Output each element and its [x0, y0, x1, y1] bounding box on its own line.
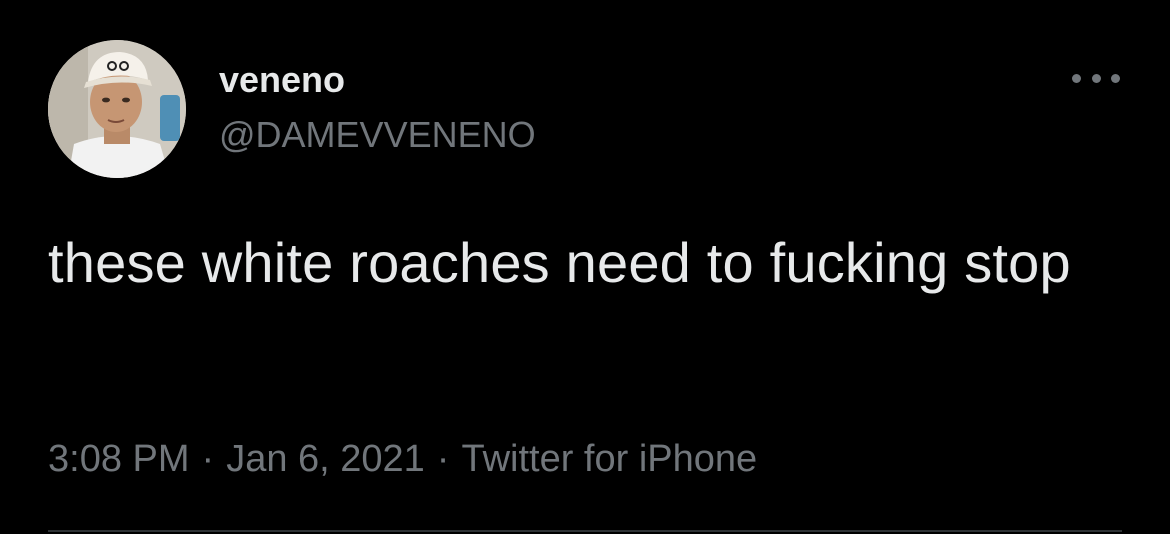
avatar-photo	[48, 40, 186, 178]
divider	[48, 530, 1122, 532]
avatar[interactable]	[48, 40, 186, 178]
more-dot	[1111, 73, 1120, 83]
meta-separator: ·	[201, 438, 215, 480]
tweet-source[interactable]: Twitter for iPhone	[461, 438, 757, 480]
more-horizontal-icon[interactable]	[1068, 62, 1124, 94]
tweet-text: these white roaches need to fucking stop	[48, 231, 1071, 294]
user-handle[interactable]: @DAMEVVENENO	[219, 113, 536, 157]
tweet-card: veneno @DAMEVVENENO these white roaches …	[0, 0, 1170, 534]
tweet-time[interactable]: 3:08 PM	[48, 438, 190, 480]
tweet-date[interactable]: Jan 6, 2021	[226, 438, 425, 480]
display-name[interactable]: veneno	[219, 58, 345, 102]
meta-separator: ·	[436, 438, 450, 480]
tweet-metadata: 3:08 PM · Jan 6, 2021 · Twitter for iPhone	[48, 436, 757, 482]
more-dot	[1091, 73, 1101, 83]
more-dot	[1072, 73, 1081, 83]
